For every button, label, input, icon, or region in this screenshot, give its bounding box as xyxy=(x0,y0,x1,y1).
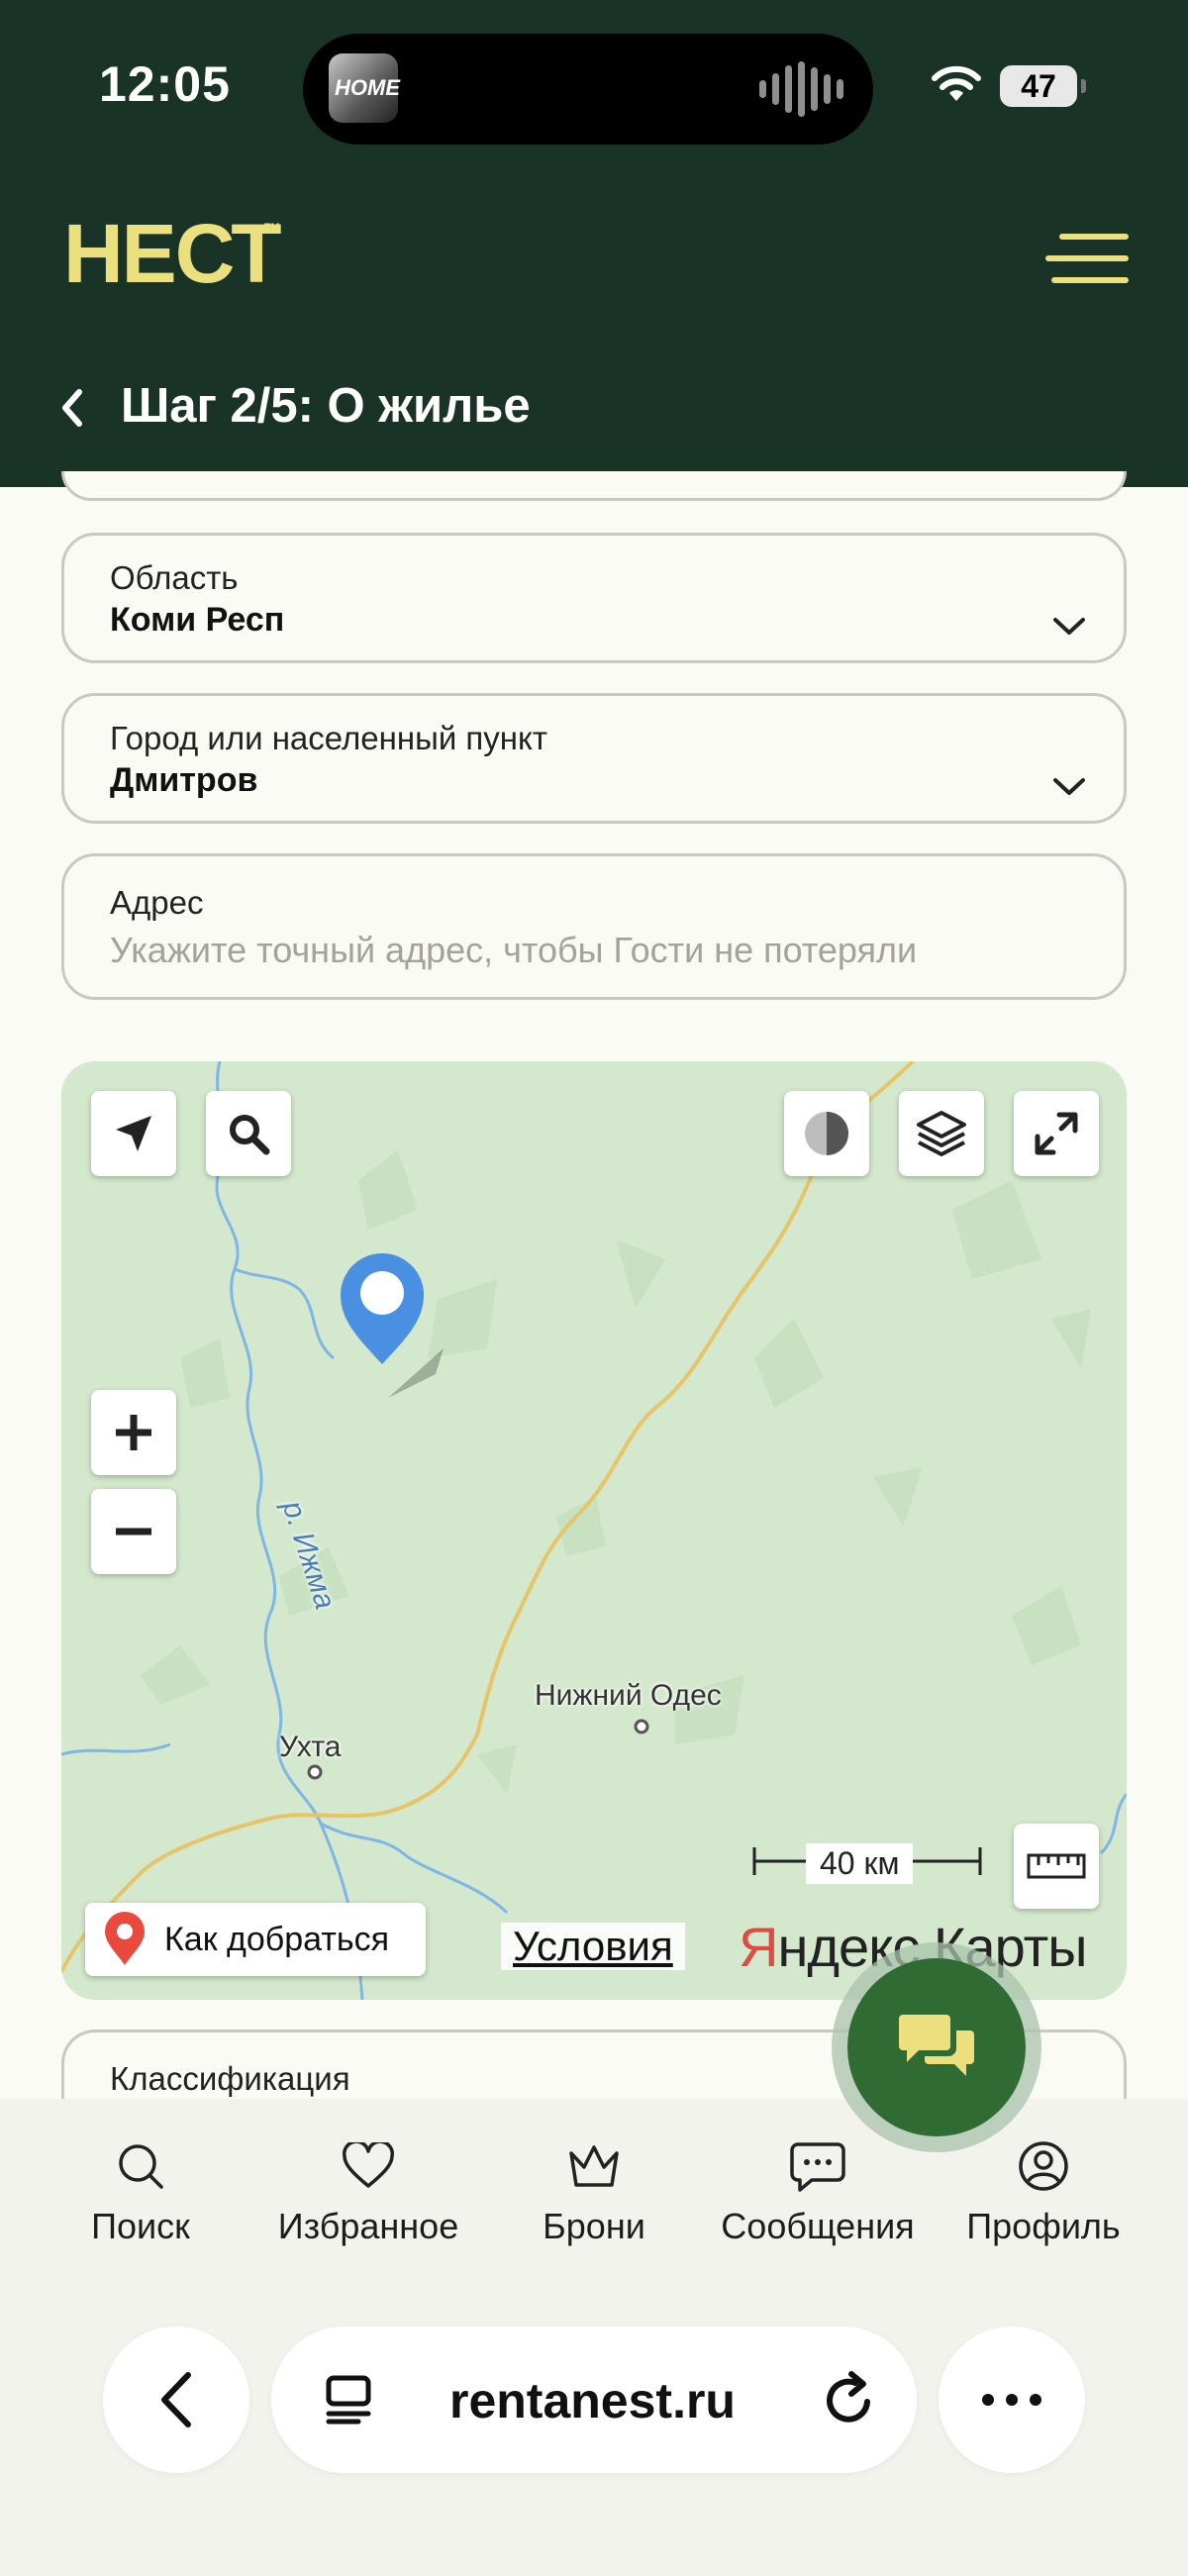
chat-icon xyxy=(899,2015,974,2076)
nav-label: Профиль xyxy=(966,2206,1121,2246)
nav-label: Избранное xyxy=(277,2206,459,2246)
geolocation-button[interactable] xyxy=(91,1091,176,1176)
step-title: Шаг 2/5: О жилье xyxy=(121,379,531,433)
trademark-mark: ™ xyxy=(263,220,281,240)
user-icon xyxy=(1019,2141,1068,2191)
heart-icon xyxy=(343,2142,394,2188)
directions-label: Как добраться xyxy=(164,1920,390,1958)
status-time: 12:05 xyxy=(99,56,231,112)
navigation-arrow-icon xyxy=(116,1116,151,1151)
more-dots-icon xyxy=(982,2394,1041,2406)
city-label: Город или населенный пункт xyxy=(110,720,547,756)
wifi-icon xyxy=(932,65,981,101)
plus-icon xyxy=(116,1415,151,1450)
minus-icon xyxy=(116,1528,151,1536)
terms-link[interactable]: Условия xyxy=(501,1923,685,1970)
scale-label: 40 км xyxy=(806,1843,914,1884)
url-text: rentanest.ru xyxy=(449,2373,736,2428)
address-label: Адрес xyxy=(110,884,204,921)
place-label: Ухта xyxy=(279,1731,342,1763)
zoom-out-button[interactable] xyxy=(91,1489,176,1574)
nav-item-profile[interactable]: Профиль xyxy=(935,2130,1152,2247)
nav-item-favorites[interactable]: Избранное xyxy=(259,2130,477,2247)
directions-button[interactable]: Как добраться xyxy=(85,1903,426,1976)
region-label: Область xyxy=(110,559,239,596)
address-bar[interactable]: rentanest.ru xyxy=(271,2327,917,2473)
layers-button[interactable] xyxy=(899,1091,984,1176)
yandex-map[interactable]: Нижний Одес Ухта р. Ижма 40 км Как добра… xyxy=(61,1061,1127,2000)
reload-icon[interactable] xyxy=(820,2370,879,2429)
nav-item-search[interactable]: Поиск xyxy=(32,2130,249,2247)
previous-field-edge xyxy=(61,471,1127,501)
nav-label: Сообщения xyxy=(721,2206,915,2246)
address-input[interactable] xyxy=(110,930,1090,971)
map-marker-icon xyxy=(105,1912,145,1965)
nav-label: Брони xyxy=(543,2206,645,2246)
chevron-down-icon xyxy=(1053,618,1085,635)
chat-bubble-icon xyxy=(790,2142,845,2192)
ruler-button[interactable] xyxy=(1014,1824,1099,1909)
place-label: Нижний Одес xyxy=(535,1679,722,1712)
browser-back-button[interactable] xyxy=(103,2327,249,2473)
layers-icon xyxy=(917,1111,966,1156)
zoom-in-button[interactable] xyxy=(91,1390,176,1475)
hamburger-menu-button[interactable] xyxy=(1045,234,1129,285)
fullscreen-button[interactable] xyxy=(1014,1091,1099,1176)
nav-item-bookings[interactable]: Брони xyxy=(485,2130,703,2247)
search-icon xyxy=(230,1115,270,1155)
expand-icon xyxy=(1035,1112,1078,1155)
tab-page-icon[interactable] xyxy=(323,2372,378,2427)
back-chevron-icon[interactable] xyxy=(57,388,87,428)
region-select[interactable]: Область Коми Респ xyxy=(61,533,1127,663)
nav-label: Поиск xyxy=(91,2206,190,2246)
city-select[interactable]: Город или населенный пункт Дмитров xyxy=(61,693,1127,824)
crown-icon xyxy=(569,2145,619,2187)
app-header: 12:05 HOME 47 НЕСТ ™ Шаг 2/5: О жилье xyxy=(0,0,1188,487)
city-value: Дмитров xyxy=(110,761,258,799)
nav-item-messages[interactable]: Сообщения xyxy=(709,2130,927,2247)
audio-wave-icon xyxy=(759,61,843,117)
battery-indicator: 47 xyxy=(1000,65,1086,107)
app-logo[interactable]: НЕСТ xyxy=(63,206,282,302)
browser-more-button[interactable] xyxy=(939,2327,1085,2473)
dynamic-island: HOME xyxy=(303,34,873,145)
location-pin-icon xyxy=(341,1253,444,1398)
classification-label: Классификация xyxy=(110,2060,350,2097)
chevron-left-icon xyxy=(161,2372,191,2427)
traffic-button[interactable] xyxy=(784,1091,869,1176)
ruler-icon xyxy=(1027,1853,1086,1879)
region-value: Коми Респ xyxy=(110,601,285,639)
chevron-down-icon xyxy=(1053,778,1085,795)
search-icon xyxy=(119,2144,163,2189)
address-field[interactable]: Адрес xyxy=(61,853,1127,1000)
support-chat-button[interactable] xyxy=(847,1958,1026,2136)
now-playing-artwork: HOME xyxy=(329,53,400,123)
traffic-icon xyxy=(805,1112,848,1155)
map-search-button[interactable] xyxy=(206,1091,291,1176)
